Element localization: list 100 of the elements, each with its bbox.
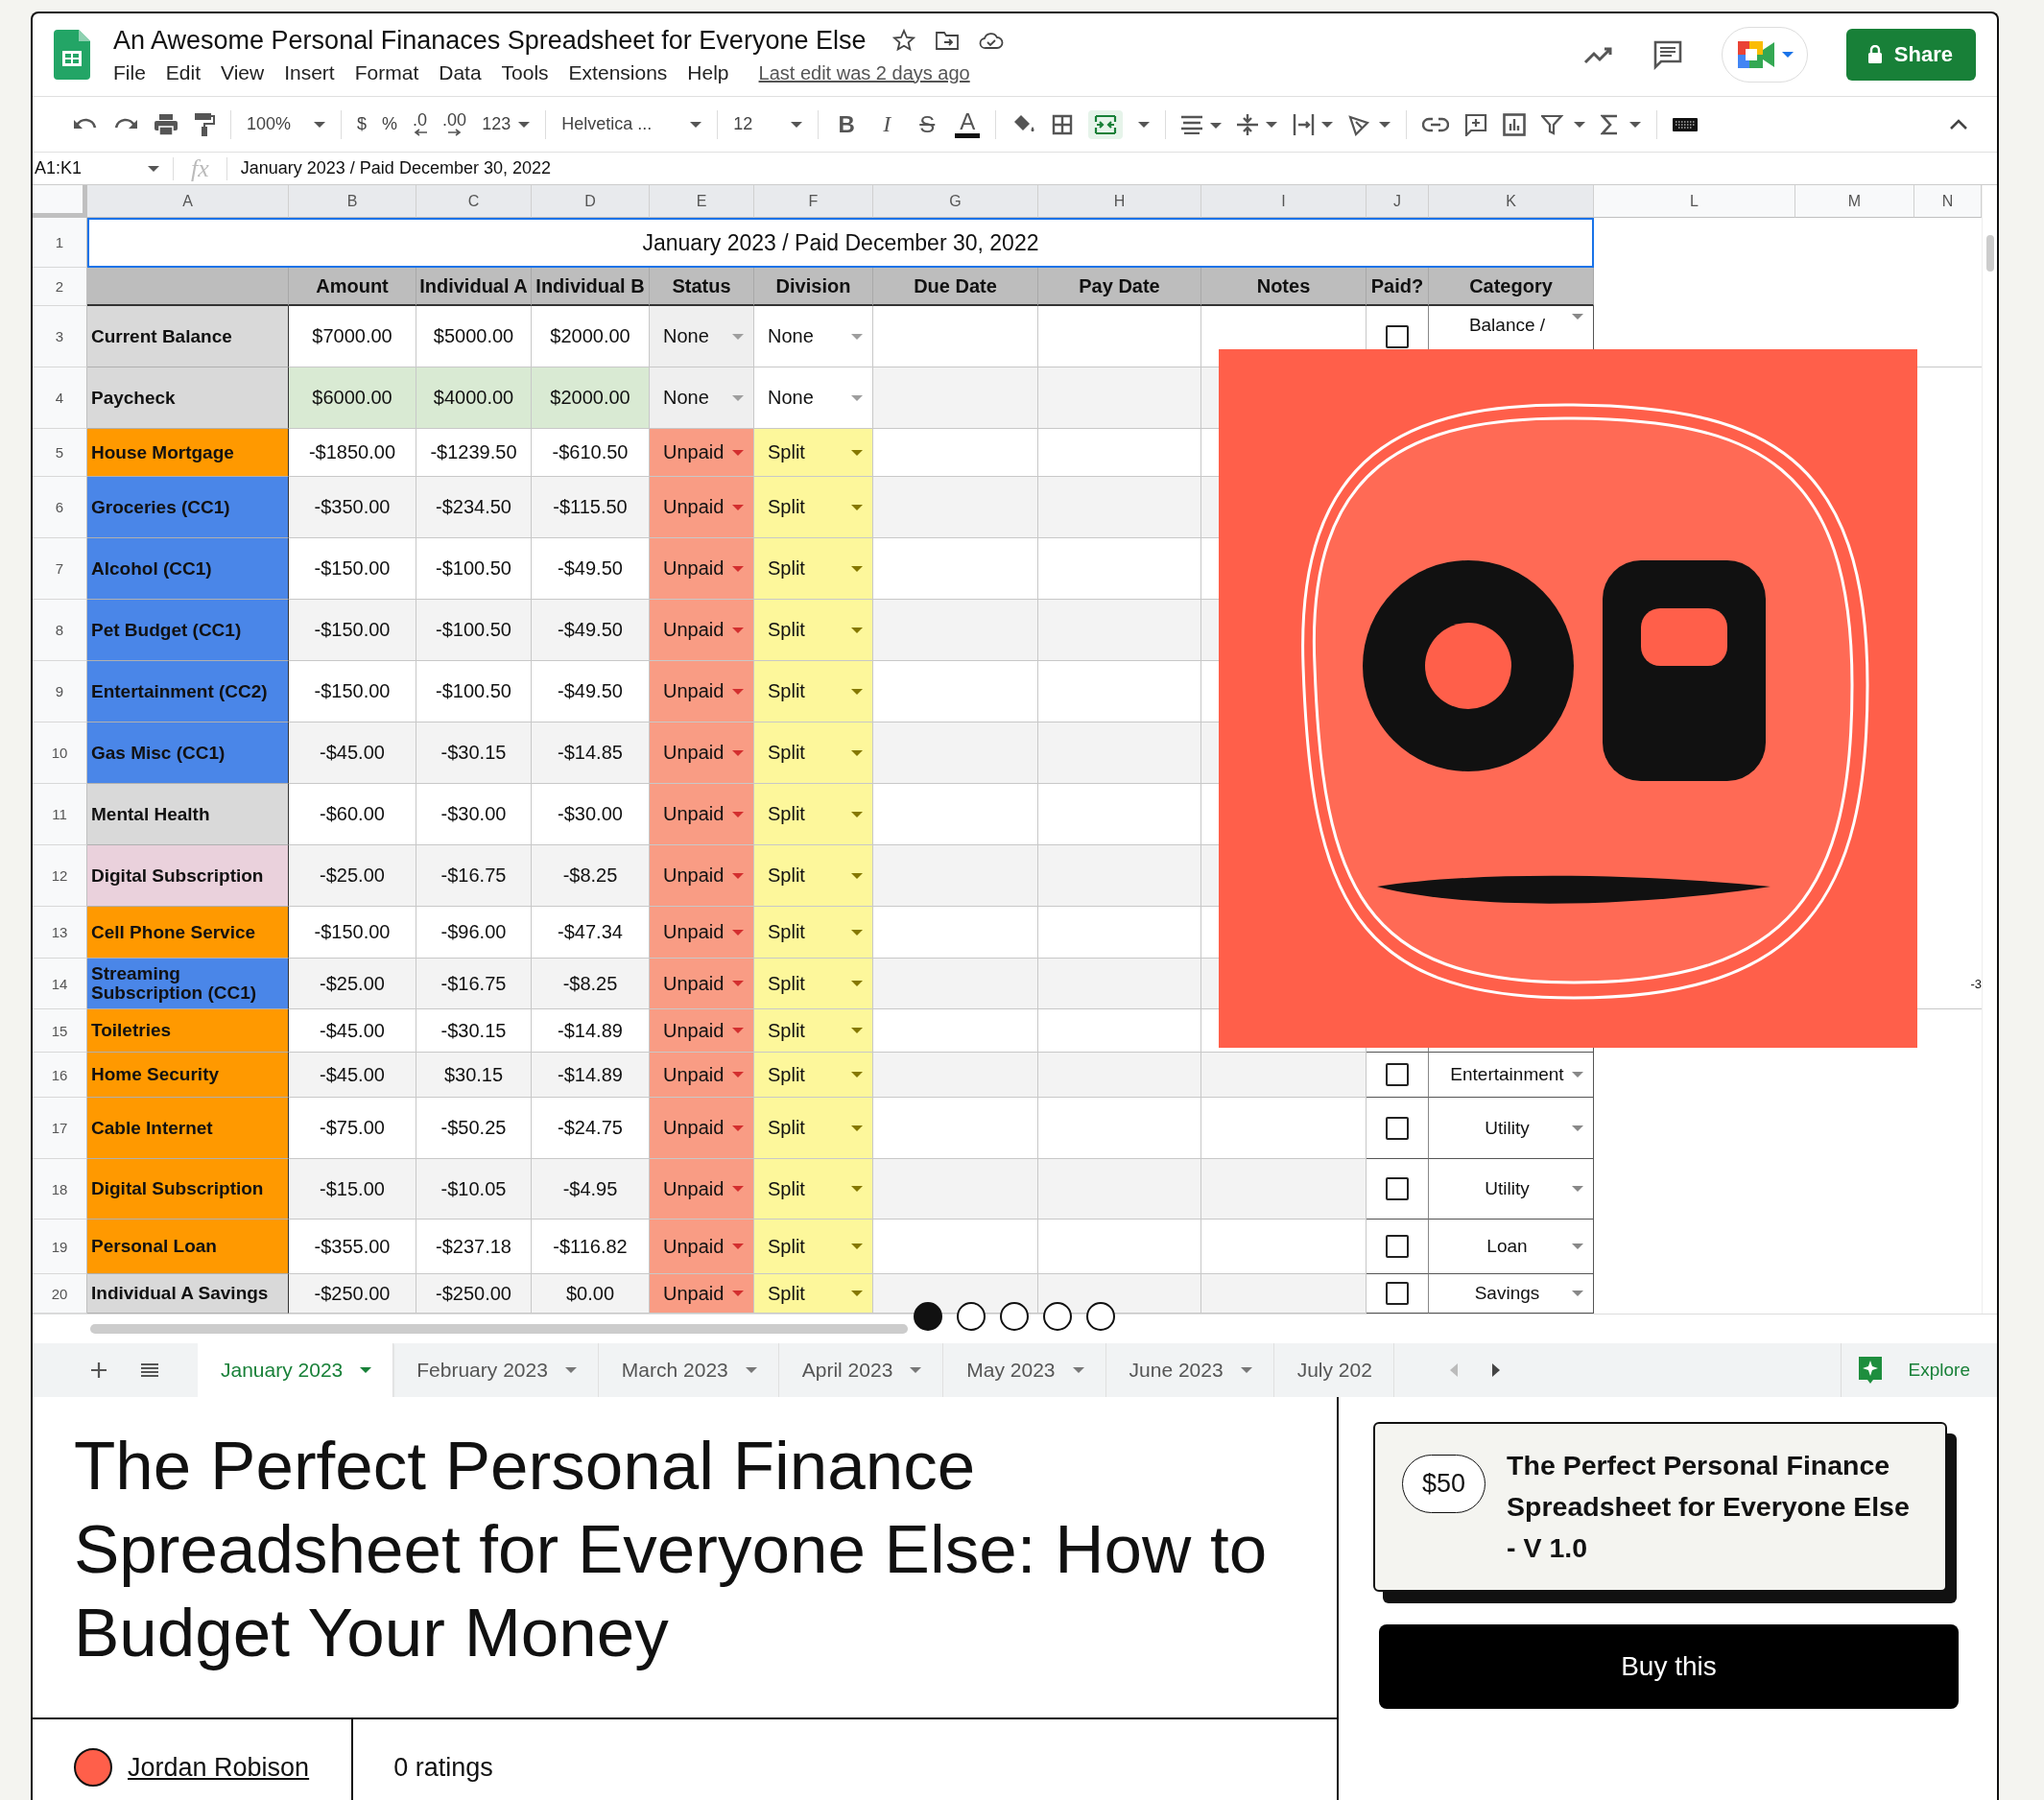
- caret-icon[interactable]: [1138, 121, 1151, 128]
- font-dropdown[interactable]: Helvetica ...: [561, 114, 702, 134]
- menu-item[interactable]: Edit: [165, 60, 202, 84]
- print-icon[interactable]: [154, 112, 178, 136]
- column-header[interactable]: A: [87, 185, 289, 218]
- row-number[interactable]: 13: [33, 907, 87, 959]
- menu-item[interactable]: Format: [354, 60, 419, 84]
- add-sheet-icon[interactable]: [90, 1362, 107, 1379]
- sheet-tab[interactable]: March 2023: [598, 1343, 779, 1397]
- sheet-tab[interactable]: May 2023: [943, 1343, 1106, 1397]
- decrease-decimal-button[interactable]: .0: [413, 112, 428, 136]
- category-dropdown[interactable]: Savings: [1429, 1274, 1593, 1313]
- row-number[interactable]: 15: [33, 1009, 87, 1053]
- division-dropdown[interactable]: Split: [754, 1274, 873, 1314]
- italic-button[interactable]: I: [874, 111, 900, 137]
- status-dropdown[interactable]: Unpaid: [650, 1098, 754, 1159]
- chart-icon[interactable]: [1503, 112, 1527, 136]
- category-dropdown[interactable]: Utility: [1429, 1098, 1593, 1158]
- borders-icon[interactable]: [1052, 113, 1074, 135]
- checkbox[interactable]: [1386, 1063, 1409, 1086]
- row-number[interactable]: 20: [33, 1274, 87, 1314]
- category-dropdown[interactable]: Utility: [1429, 1159, 1593, 1219]
- row-number[interactable]: 18: [33, 1159, 87, 1220]
- division-dropdown[interactable]: Split: [754, 538, 873, 600]
- checkbox[interactable]: [1386, 1235, 1409, 1258]
- filter-icon[interactable]: [1541, 113, 1586, 135]
- carousel-dot[interactable]: [914, 1302, 942, 1331]
- status-dropdown[interactable]: Unpaid: [650, 429, 754, 477]
- status-dropdown[interactable]: None: [650, 367, 754, 429]
- menu-item[interactable]: Insert: [284, 60, 335, 84]
- status-dropdown[interactable]: Unpaid: [650, 1159, 754, 1220]
- bold-button[interactable]: B: [834, 110, 860, 138]
- row-number[interactable]: 11: [33, 784, 87, 845]
- column-header[interactable]: D: [532, 185, 650, 218]
- row-number[interactable]: 17: [33, 1098, 87, 1159]
- share-button[interactable]: Share: [1845, 29, 1976, 81]
- sheet-list-icon[interactable]: [140, 1362, 159, 1378]
- category-dropdown[interactable]: Loan: [1429, 1220, 1593, 1273]
- menu-item[interactable]: Data: [439, 60, 482, 84]
- increase-decimal-button[interactable]: .00: [442, 112, 467, 136]
- row-number[interactable]: 10: [33, 722, 87, 784]
- row-number[interactable]: 5: [33, 429, 87, 477]
- row-number[interactable]: 12: [33, 845, 87, 907]
- checkbox[interactable]: [1386, 324, 1409, 348]
- row-number[interactable]: 9: [33, 661, 87, 722]
- merge-cells-button[interactable]: [1088, 109, 1124, 139]
- link-icon[interactable]: [1422, 116, 1450, 132]
- status-dropdown[interactable]: Unpaid: [650, 661, 754, 722]
- collapse-icon[interactable]: [1949, 118, 1968, 130]
- row-number[interactable]: 19: [33, 1220, 87, 1274]
- row-number[interactable]: 16: [33, 1053, 87, 1098]
- text-rotation-icon[interactable]: [1348, 112, 1391, 136]
- zoom-dropdown[interactable]: 100%: [247, 114, 326, 134]
- row-number[interactable]: 14: [33, 959, 87, 1009]
- sheet-tab[interactable]: June 2023: [1105, 1343, 1274, 1397]
- trend-line-icon[interactable]: [1582, 45, 1614, 64]
- text-color-button[interactable]: A: [955, 110, 981, 138]
- percent-format-button[interactable]: %: [382, 114, 398, 134]
- sheet-tab[interactable]: July 202: [1273, 1343, 1394, 1397]
- row-number[interactable]: 1: [33, 218, 87, 268]
- division-dropdown[interactable]: Split: [754, 722, 873, 784]
- division-dropdown[interactable]: Split: [754, 477, 873, 538]
- vertical-scrollbar[interactable]: [1982, 185, 1997, 1314]
- row-number[interactable]: 6: [33, 477, 87, 538]
- star-icon[interactable]: [892, 29, 916, 52]
- row-number[interactable]: 3: [33, 306, 87, 367]
- menu-item[interactable]: Extensions: [568, 60, 668, 84]
- carousel-dot[interactable]: [1000, 1302, 1029, 1331]
- menu-item[interactable]: Help: [687, 60, 729, 84]
- document-title[interactable]: An Awesome Personal Finanaces Spreadsheet for Everyone Else: [113, 25, 867, 56]
- explore-button[interactable]: Explore: [1840, 1343, 1997, 1397]
- status-dropdown[interactable]: Unpaid: [650, 477, 754, 538]
- column-header[interactable]: F: [754, 185, 873, 218]
- division-dropdown[interactable]: Split: [754, 429, 873, 477]
- status-dropdown[interactable]: Unpaid: [650, 538, 754, 600]
- folder-icon[interactable]: [935, 30, 961, 51]
- column-header[interactable]: E: [650, 185, 754, 218]
- division-dropdown[interactable]: Split: [754, 1159, 873, 1220]
- carousel-dot[interactable]: [957, 1302, 986, 1331]
- status-dropdown[interactable]: Unpaid: [650, 784, 754, 845]
- column-header[interactable]: G: [873, 185, 1038, 218]
- scroll-right-icon[interactable]: [1491, 1363, 1501, 1377]
- status-dropdown[interactable]: Unpaid: [650, 959, 754, 1009]
- status-dropdown[interactable]: Unpaid: [650, 1009, 754, 1053]
- division-dropdown[interactable]: Split: [754, 1053, 873, 1098]
- carousel-dot[interactable]: [1043, 1302, 1072, 1331]
- keyboard-icon[interactable]: [1673, 117, 1699, 131]
- checkbox[interactable]: [1386, 1282, 1409, 1305]
- division-dropdown[interactable]: Split: [754, 907, 873, 959]
- division-dropdown[interactable]: Split: [754, 600, 873, 661]
- title-cell[interactable]: January 2023 / Paid December 30, 2022: [87, 218, 1594, 268]
- sheet-tab[interactable]: February 2023: [393, 1343, 599, 1397]
- name-box[interactable]: A1:K1: [33, 158, 173, 178]
- division-dropdown[interactable]: Split: [754, 1009, 873, 1053]
- status-dropdown[interactable]: Unpaid: [650, 1274, 754, 1314]
- sum-icon[interactable]: [1601, 113, 1642, 135]
- category-dropdown[interactable]: Entertainment: [1429, 1053, 1593, 1097]
- column-header[interactable]: N: [1914, 185, 1982, 218]
- status-dropdown[interactable]: Unpaid: [650, 1053, 754, 1098]
- sheet-tab[interactable]: January 2023: [198, 1343, 394, 1397]
